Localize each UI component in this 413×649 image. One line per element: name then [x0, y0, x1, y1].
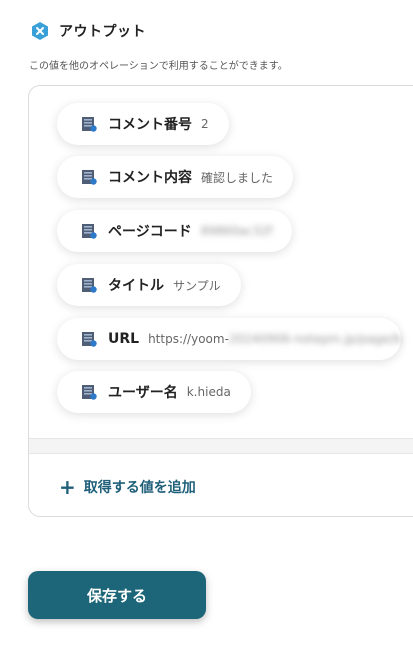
- output-label: コメント番号: [108, 117, 192, 133]
- output-value: 確認しました: [201, 170, 274, 185]
- output-label: ユーザー名: [108, 385, 178, 401]
- output-value: 89860ac32f: [200, 224, 273, 238]
- output-value: 2: [201, 117, 209, 131]
- output-label: URL: [108, 331, 140, 347]
- output-chip-comment-number[interactable]: コメント番号 2: [57, 103, 229, 145]
- save-button[interactable]: 保存する: [28, 571, 206, 619]
- database-icon: [81, 330, 97, 348]
- output-value: サンプル: [173, 278, 221, 293]
- plus-icon: +: [59, 475, 76, 499]
- output-chip-title[interactable]: タイトル サンプル: [57, 264, 241, 306]
- database-icon: [81, 276, 97, 294]
- output-chip-page-code[interactable]: ページコード 89860ac32f: [57, 210, 293, 252]
- output-label: タイトル: [108, 278, 164, 294]
- output-label: ページコード: [108, 224, 192, 240]
- section-title: アウトプット: [59, 24, 146, 40]
- add-output-button[interactable]: + 取得する値を追加: [59, 477, 196, 497]
- output-list: コメント番号 2 コメント内容 確認しました ページコード 89860ac32f…: [29, 86, 413, 438]
- output-value: k.hieda: [186, 385, 231, 399]
- output-value: https://yoom-20240906-notepm.jp/page/b: [148, 332, 401, 346]
- close-x-hex-icon: [30, 21, 50, 41]
- database-icon: [81, 168, 97, 186]
- output-header: アウトプット: [30, 21, 146, 41]
- output-chip-url[interactable]: URL https://yoom-20240906-notepm.jp/page…: [57, 318, 402, 360]
- output-chip-comment-content[interactable]: コメント内容 確認しました: [57, 156, 294, 198]
- add-output-label: 取得する値を追加: [83, 480, 196, 496]
- database-icon: [81, 115, 97, 133]
- database-icon: [81, 383, 97, 401]
- output-label: コメント内容: [108, 170, 192, 186]
- database-icon: [81, 222, 97, 240]
- output-panel: コメント番号 2 コメント内容 確認しました ページコード 89860ac32f…: [28, 85, 413, 517]
- url-blurred-part: 20240906-notepm.jp/page/b: [228, 332, 402, 346]
- section-description: この値を他のオペレーションで利用することができます。: [29, 61, 288, 72]
- output-chip-username[interactable]: ユーザー名 k.hieda: [57, 371, 251, 413]
- panel-divider: [29, 438, 413, 454]
- url-visible-part: https://yoom-: [148, 332, 229, 346]
